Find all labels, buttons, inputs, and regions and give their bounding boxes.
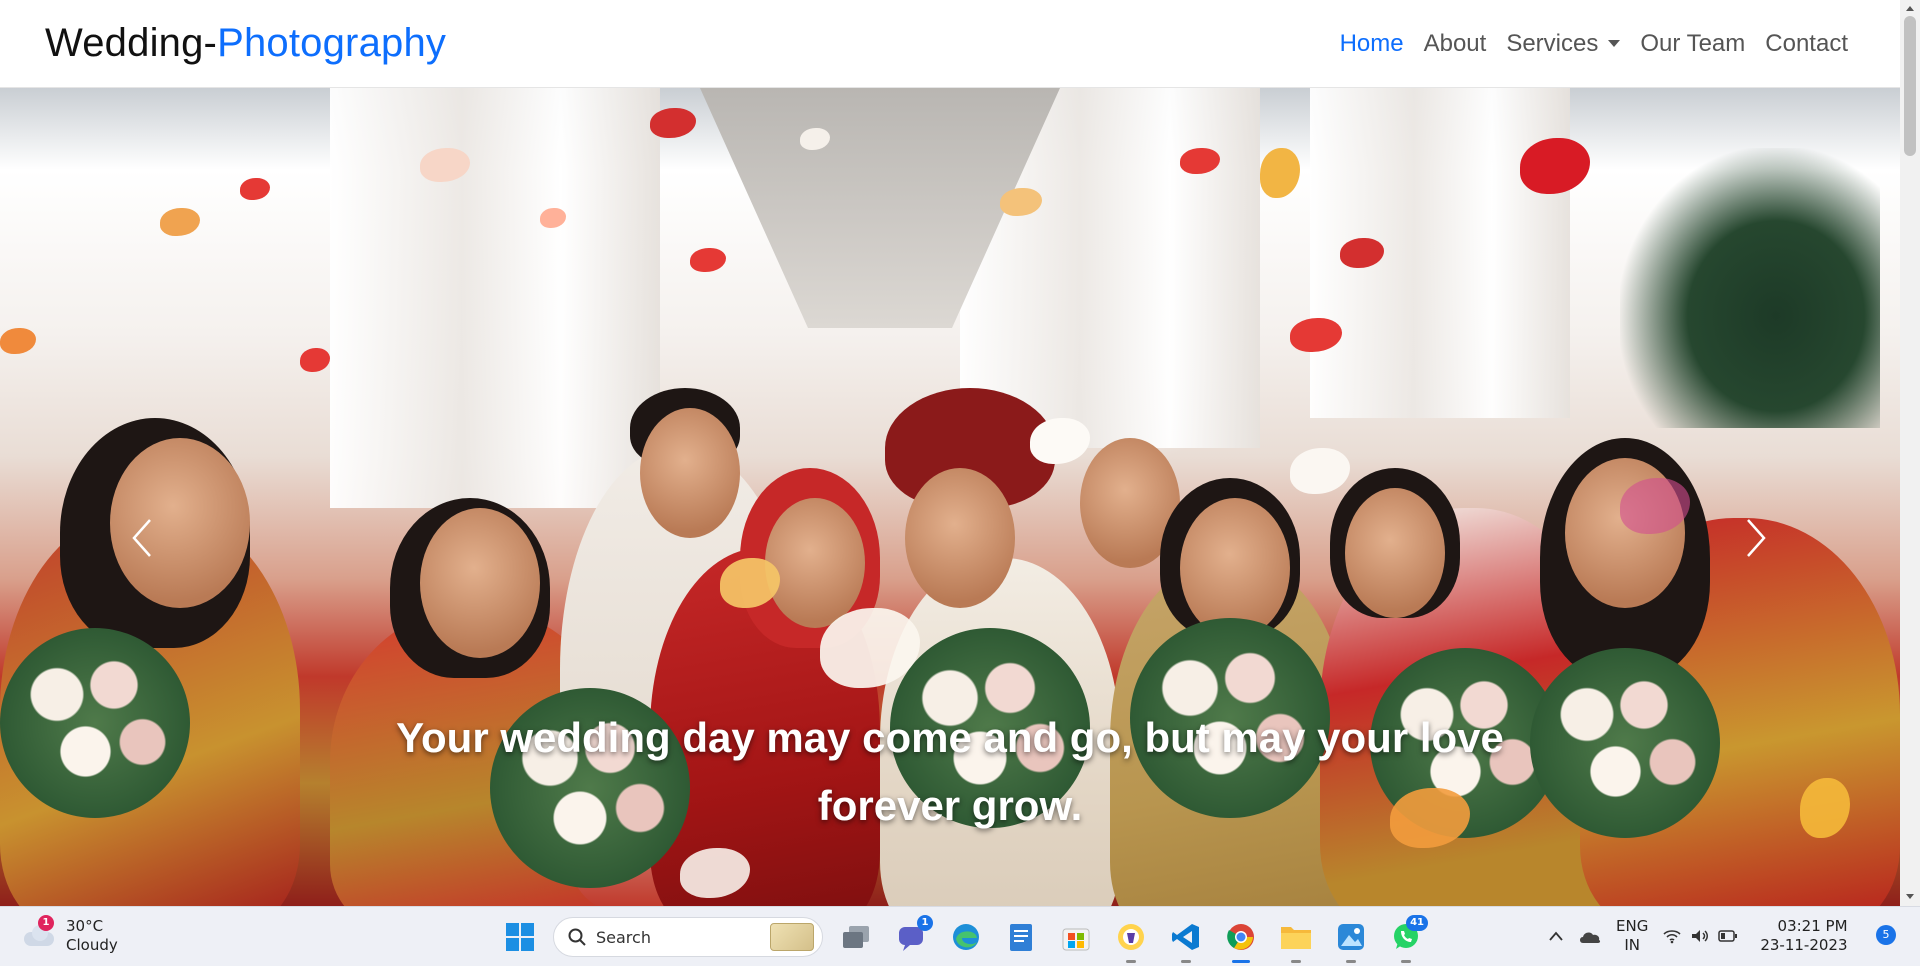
taskbar-app-edge[interactable] — [944, 915, 988, 959]
brand-accent-text: Photography — [217, 21, 447, 65]
carousel-caption: Your wedding day may come and go, but ma… — [330, 704, 1570, 840]
weather-widget[interactable]: 1 30°C Cloudy — [22, 915, 118, 955]
scroll-up-icon[interactable] — [1906, 6, 1914, 11]
notification-badge[interactable]: 5 — [1876, 925, 1896, 945]
system-tray: ENG IN 03:21 PM 23-11-2023 — [1548, 917, 1848, 955]
clock-time: 03:21 PM — [1777, 917, 1848, 935]
search-label: Search — [596, 927, 651, 947]
nav-services-label: Services — [1506, 29, 1599, 57]
brave-icon — [1118, 924, 1144, 950]
taskbar-app-file-explorer[interactable] — [1274, 915, 1318, 963]
nav-home[interactable]: Home — [1340, 30, 1404, 58]
taskbar-apps: Search 1 41 — [498, 915, 1428, 963]
onedrive-cloud-icon — [1580, 932, 1601, 943]
taskbar: 1 30°C Cloudy Search 1 41 ENG IN 03:21 P… — [0, 906, 1920, 966]
scroll-down-icon[interactable] — [1906, 894, 1914, 899]
start-button[interactable] — [498, 915, 542, 959]
clock[interactable]: 03:21 PM 23-11-2023 — [1760, 917, 1847, 955]
show-hidden-icons-button[interactable] — [1548, 931, 1564, 941]
search-icon — [568, 928, 586, 946]
nav-menu: Home About Services Our Team Contact — [1340, 30, 1848, 58]
volume-icon — [1692, 930, 1709, 942]
caption-line-2: forever grow. — [817, 782, 1083, 829]
carousel-prev-button[interactable] — [122, 508, 162, 568]
weather-badge: 1 — [38, 915, 54, 931]
clock-date: 23-11-2023 — [1760, 936, 1848, 954]
windows-icon — [506, 923, 534, 951]
taskbar-app-brave[interactable] — [1109, 915, 1153, 963]
nav-about[interactable]: About — [1424, 30, 1487, 58]
folder-icon — [1281, 927, 1311, 949]
edge-icon — [953, 924, 979, 950]
wifi-icon — [1663, 930, 1681, 944]
weather-temp: 30°C — [66, 917, 104, 935]
taskbar-app-teams[interactable]: 1 — [889, 915, 933, 959]
caret-down-icon — [1608, 40, 1621, 47]
network-volume-battery[interactable] — [1662, 928, 1738, 944]
whatsapp-badge: 41 — [1406, 915, 1428, 931]
brand-text: Wedding- — [45, 21, 218, 65]
taskbar-app-vscode[interactable] — [1164, 915, 1208, 963]
chevron-left-icon — [132, 519, 151, 557]
search-highlight-icon — [770, 923, 814, 951]
store-icon — [1062, 928, 1090, 951]
chevron-up-icon — [1549, 931, 1563, 941]
lang-region: IN — [1624, 936, 1640, 954]
battery-icon — [1718, 930, 1738, 942]
task-view-icon — [843, 926, 869, 948]
taskbar-app-store[interactable] — [1054, 915, 1098, 959]
nav-services-dropdown[interactable]: Services — [1506, 29, 1621, 58]
hero-carousel: Your wedding day may come and go, but ma… — [0, 88, 1900, 906]
weather-condition: Cloudy — [66, 936, 118, 954]
nav-contact[interactable]: Contact — [1765, 30, 1848, 58]
language-indicator[interactable]: ENG IN — [1616, 917, 1648, 955]
taskbar-app-whatsapp[interactable]: 41 — [1384, 915, 1428, 963]
vscode-icon — [1172, 924, 1199, 950]
teams-badge: 1 — [917, 915, 933, 931]
brand-logo[interactable]: Wedding-Photography — [45, 21, 446, 66]
task-view-button[interactable] — [834, 915, 878, 959]
onedrive-button[interactable] — [1578, 928, 1602, 944]
caption-line-1: Your wedding day may come and go, but ma… — [396, 714, 1504, 761]
carousel-next-button[interactable] — [1736, 508, 1776, 568]
taskbar-app-notepad[interactable] — [999, 915, 1043, 959]
scroll-thumb[interactable] — [1904, 16, 1916, 156]
taskbar-search[interactable]: Search — [553, 917, 823, 957]
notepad-icon — [1010, 924, 1032, 951]
photos-icon — [1338, 924, 1364, 950]
chrome-icon — [1227, 924, 1254, 950]
page-scrollbar[interactable] — [1900, 0, 1920, 906]
navbar: Wedding-Photography Home About Services … — [0, 0, 1900, 88]
lang-code: ENG — [1616, 917, 1649, 935]
chevron-right-icon — [1747, 519, 1766, 557]
taskbar-app-photos[interactable] — [1329, 915, 1373, 963]
nav-our-team[interactable]: Our Team — [1640, 30, 1745, 58]
taskbar-app-chrome[interactable] — [1219, 915, 1263, 963]
